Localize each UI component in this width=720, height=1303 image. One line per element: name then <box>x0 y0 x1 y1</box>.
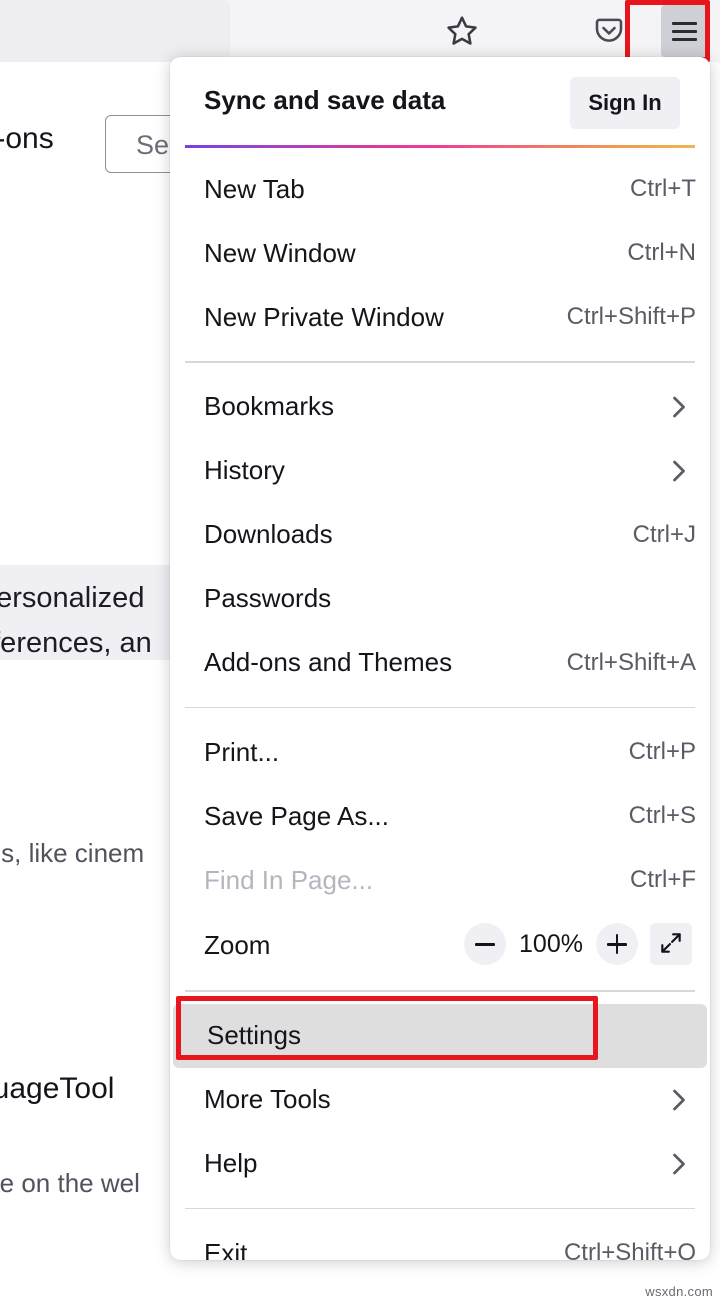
menu-separator <box>185 707 695 709</box>
spacer <box>170 147 710 157</box>
menu-item-shortcut: Ctrl+J <box>633 521 696 549</box>
menu-item-label: History <box>204 455 285 486</box>
plus-icon-vertical <box>616 934 619 954</box>
menu-separator <box>185 361 695 363</box>
sync-header: Sync and save data Sign In <box>170 57 710 147</box>
menu-separator <box>185 1208 695 1210</box>
chevron-right-icon <box>670 392 688 422</box>
menu-item-label: New Tab <box>204 174 305 205</box>
menu-item-label: More Tools <box>204 1084 331 1115</box>
toolbar-url-area[interactable] <box>0 0 230 62</box>
zoom-level-value: 100% <box>518 930 584 959</box>
menu-item-save-page-as[interactable]: Save Page As... Ctrl+S <box>170 784 710 848</box>
menu-item-label: Bookmarks <box>204 391 334 422</box>
menu-item-find-in-page: Find In Page... Ctrl+F <box>170 848 710 912</box>
menu-item-label: Downloads <box>204 519 333 550</box>
menu-item-more-tools[interactable]: More Tools <box>170 1068 710 1132</box>
menu-item-label: Help <box>204 1148 257 1179</box>
menu-item-shortcut: Ctrl+T <box>630 175 696 203</box>
star-icon[interactable] <box>443 12 481 50</box>
menu-item-addons-and-themes[interactable]: Add-ons and Themes Ctrl+Shift+A <box>170 631 710 695</box>
sign-in-button[interactable]: Sign In <box>570 77 680 129</box>
background-addons-heading: ld-ons <box>0 122 54 156</box>
background-languagetool-heading: guageTool <box>0 1072 114 1106</box>
sync-title: Sync and save data <box>204 85 445 116</box>
hamburger-bar <box>672 38 697 41</box>
menu-separator <box>185 990 695 992</box>
menu-item-shortcut: Ctrl+Shift+Q <box>564 1239 696 1260</box>
hamburger-menu-icon[interactable] <box>661 5 707 57</box>
background-cinema-line: res, like cinem <box>0 838 144 869</box>
menu-item-help[interactable]: Help <box>170 1132 710 1196</box>
menu-item-label: New Window <box>204 238 356 269</box>
gradient-divider <box>185 145 695 148</box>
minus-icon <box>475 943 495 946</box>
background-card-line-1: personalized <box>0 582 144 615</box>
menu-item-shortcut: Ctrl+S <box>629 802 696 830</box>
menu-item-bookmarks[interactable]: Bookmarks <box>170 375 710 439</box>
menu-item-settings[interactable]: Settings <box>173 1004 707 1068</box>
menu-item-print[interactable]: Print... Ctrl+P <box>170 720 710 784</box>
menu-item-shortcut: Ctrl+Shift+P <box>567 303 696 331</box>
menu-item-label: Print... <box>204 737 279 768</box>
menu-item-exit[interactable]: Exit Ctrl+Shift+Q <box>170 1221 710 1260</box>
menu-item-shortcut: Ctrl+F <box>630 866 696 894</box>
menu-item-label: New Private Window <box>204 302 444 333</box>
zoom-controls: 100% <box>464 923 692 965</box>
menu-item-downloads[interactable]: Downloads Ctrl+J <box>170 503 710 567</box>
menu-item-history[interactable]: History <box>170 439 710 503</box>
background-write-web-line: rite on the wel <box>0 1168 140 1199</box>
watermark: wsxdn.com <box>645 1284 713 1299</box>
hamburger-bar <box>672 22 697 25</box>
menu-item-label: Settings <box>207 1020 301 1051</box>
pocket-icon[interactable] <box>591 13 627 49</box>
fullscreen-expand-icon <box>658 930 684 959</box>
menu-item-zoom: Zoom 100% <box>170 912 710 978</box>
menu-item-label: Save Page As... <box>204 801 389 832</box>
menu-item-new-window[interactable]: New Window Ctrl+N <box>170 221 710 285</box>
menu-item-label: Exit <box>204 1238 247 1261</box>
zoom-out-button[interactable] <box>464 923 506 965</box>
background-card-line-2: eferences, an <box>0 627 152 660</box>
hamburger-bar <box>672 30 697 33</box>
menu-item-label: Add-ons and Themes <box>204 647 452 678</box>
menu-item-shortcut: Ctrl+P <box>629 738 696 766</box>
chevron-right-icon <box>670 456 688 486</box>
menu-item-label: Passwords <box>204 583 331 614</box>
firefox-app-menu-panel: Sync and save data Sign In New Tab Ctrl+… <box>170 57 710 1260</box>
chevron-right-icon <box>670 1085 688 1115</box>
chevron-right-icon <box>670 1149 688 1179</box>
screenshot-root: ld-ons Sear personalized eferences, an r… <box>0 0 720 1303</box>
menu-item-shortcut: Ctrl+N <box>627 239 696 267</box>
menu-item-new-private-window[interactable]: New Private Window Ctrl+Shift+P <box>170 285 710 349</box>
menu-item-passwords[interactable]: Passwords <box>170 567 710 631</box>
zoom-in-button[interactable] <box>596 923 638 965</box>
menu-item-shortcut: Ctrl+Shift+A <box>567 649 696 677</box>
zoom-label: Zoom <box>204 930 270 961</box>
menu-item-new-tab[interactable]: New Tab Ctrl+T <box>170 157 710 221</box>
fullscreen-button[interactable] <box>650 923 692 965</box>
menu-item-label: Find In Page... <box>204 865 373 896</box>
